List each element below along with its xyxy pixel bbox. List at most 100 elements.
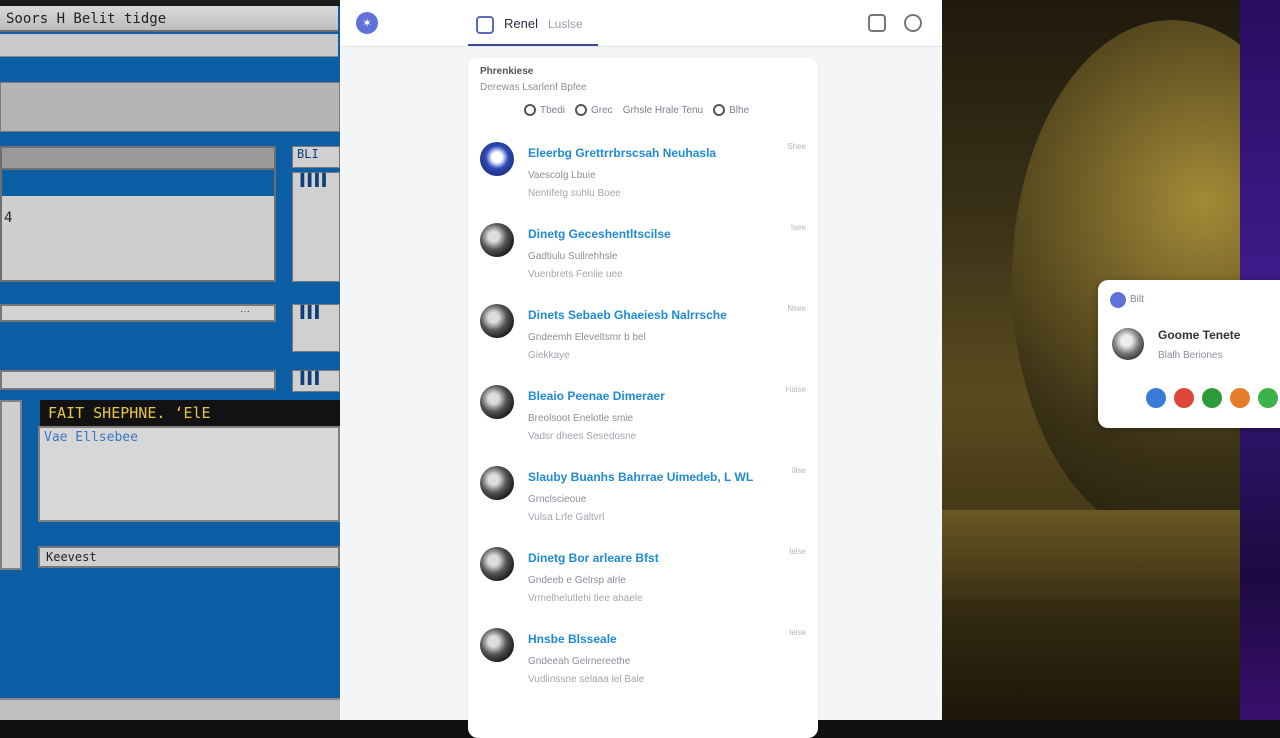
retro-taskbar xyxy=(0,698,340,720)
reaction-icon[interactable] xyxy=(1258,388,1278,408)
item-line1: Vaescolg Lbuie xyxy=(528,170,596,181)
filter-chip[interactable]: Grhsle Hrale Tenu xyxy=(623,105,703,116)
retro-desktop-panel: Soors H Belit tidge 4 BLI ▐▐▐▐ ▐▐▐ ▐▐▐ ·… xyxy=(0,0,340,720)
item-line1: Breolsoot Enelotle smie xyxy=(528,413,634,424)
side-panel-2[interactable]: ▐▐▐ xyxy=(292,304,340,352)
item-time: Halse xyxy=(785,385,806,394)
retro-sub-line: Vae Ellsebee xyxy=(44,430,138,445)
filter-icon xyxy=(713,104,726,116)
avatar[interactable] xyxy=(480,547,514,581)
reaction-icon[interactable] xyxy=(1174,388,1194,408)
retro-window[interactable]: 4 xyxy=(0,146,276,282)
item-line1: Gndeemh Eleveltsmr b bel xyxy=(528,332,646,343)
avatar[interactable] xyxy=(480,466,514,500)
feed-list: Eleerbg Grettrrbrscsah Neuhasla Vaescolg… xyxy=(468,138,818,705)
item-title[interactable]: Dinets Sebaeb Ghaeiesb Nalrrsche xyxy=(528,308,727,322)
popup-app-icon xyxy=(1110,292,1126,308)
popup-label: Bilt xyxy=(1130,294,1144,305)
menu-bar[interactable] xyxy=(0,34,338,57)
side-button-1[interactable]: BLI xyxy=(292,146,340,168)
item-title[interactable]: Eleerbg Grettrrbrscsah Neuhasla xyxy=(528,146,716,160)
list-item[interactable]: Eleerbg Grettrrbrscsah Neuhasla Vaescolg… xyxy=(468,138,818,219)
item-title[interactable]: Hnsbe Blsseale xyxy=(528,632,617,646)
retro-window-text: 4 xyxy=(4,210,13,226)
item-line2: Giekkaye xyxy=(528,350,570,361)
card-subheading: Derewas Lsarlenf Bpfee xyxy=(480,82,587,93)
item-line1: Gndeeb e Gelrsp alrle xyxy=(528,575,626,586)
retro-status-bar xyxy=(0,370,276,390)
popup-description: Blalh Beriones xyxy=(1158,350,1223,361)
app-top-bar: ✶ Renel Luslse xyxy=(340,0,942,47)
retro-left-box xyxy=(0,400,22,570)
filter-label: Tbedi xyxy=(540,104,566,116)
tab-secondary-label: Luslse xyxy=(548,17,583,31)
avatar[interactable] xyxy=(1112,328,1144,360)
item-line2: Vrmelhelutlehi tiee ahaele xyxy=(528,593,643,604)
retro-window-bar xyxy=(2,170,274,196)
toolbar-area xyxy=(0,82,340,132)
item-line2: Vudlinssne selaaa lel Bale xyxy=(528,674,645,685)
item-title[interactable]: Dinetg Geceshentltscilse xyxy=(528,227,671,241)
side-panel-3[interactable]: ▐▐▐ xyxy=(292,370,340,392)
list-item[interactable]: Dinets Sebaeb Ghaeiesb Nalrrsche Gndeemh… xyxy=(468,300,818,381)
side-panel-1[interactable]: ▐▐▐▐ xyxy=(292,172,340,282)
item-line2: Vulsa Lrfe Galtvrl xyxy=(528,512,605,523)
filter-label: Grec xyxy=(591,104,613,116)
item-line2: Vadsr dhees Sesedosne xyxy=(528,431,637,442)
item-title[interactable]: Dinetg Bor arleare Bfst xyxy=(528,551,659,565)
filter-icon xyxy=(575,104,588,116)
home-icon xyxy=(476,16,494,34)
avatar[interactable] xyxy=(480,304,514,338)
avatar[interactable] xyxy=(480,628,514,662)
filter-chip[interactable]: Grec xyxy=(575,104,613,116)
item-time: Isee xyxy=(790,223,806,232)
tab-active[interactable]: Renel Luslse xyxy=(468,8,598,46)
filter-label: Grhsle Hrale Tenu xyxy=(622,104,704,116)
retro-label-field[interactable]: Keevest xyxy=(38,546,340,568)
popup-name[interactable]: Goome Tenete xyxy=(1158,328,1240,342)
avatar[interactable] xyxy=(480,223,514,257)
item-line2: Nentifetg suhlu Boee xyxy=(528,188,621,199)
settings-icon[interactable] xyxy=(904,14,922,32)
reaction-icon[interactable] xyxy=(1146,388,1166,408)
retro-window-title: Soors H Belit tidge xyxy=(0,6,338,32)
reaction-bar xyxy=(1146,388,1278,408)
filter-chip[interactable]: Tbedi xyxy=(524,104,565,116)
app-logo-icon[interactable]: ✶ xyxy=(356,12,378,34)
item-time: Nsee xyxy=(787,304,806,313)
filter-bar: Tbedi Grec Grhsle Hrale Tenu Blhe xyxy=(524,104,749,116)
feed-card: Phrenkiese Derewas Lsarlenf Bpfee Tbedi … xyxy=(468,58,818,738)
item-title[interactable]: Slauby Buanhs Bahrrae Uimedeb, L WL xyxy=(528,470,753,484)
feed-app-panel: ✶ Renel Luslse Phrenkiese Derewas Lsarle… xyxy=(340,0,942,738)
item-line2: Vuenbrets Fenlie uee xyxy=(528,269,623,280)
retro-highlight-line: FAIT SHEPHNE. ‘ElE xyxy=(40,400,340,426)
list-item[interactable]: Dinetg Geceshentltscilse Gadtiulu Sullre… xyxy=(468,219,818,300)
item-line1: Gndeeah Gelrnereethe xyxy=(528,656,631,667)
item-time: Iilse xyxy=(791,466,806,475)
item-time: Ielse xyxy=(789,547,806,556)
item-time: Ielse xyxy=(789,628,806,637)
tab-label: Renel xyxy=(504,16,538,31)
share-icon[interactable] xyxy=(868,14,886,32)
image-panel: Bilt Goome Tenete Blalh Beriones xyxy=(942,0,1280,720)
list-item[interactable]: Slauby Buanhs Bahrrae Uimedeb, L WL Grnc… xyxy=(468,462,818,543)
item-line1: Grnclscieoue xyxy=(528,494,587,505)
list-item[interactable]: Hnsbe Blsseale Gndeeah Gelrnereethe Vudl… xyxy=(468,624,818,705)
filter-chip[interactable]: Blhe xyxy=(713,104,749,116)
avatar[interactable] xyxy=(480,142,514,176)
avatar[interactable] xyxy=(480,385,514,419)
reaction-icon[interactable] xyxy=(1230,388,1250,408)
ground-image xyxy=(942,510,1240,600)
profile-popup[interactable]: Bilt Goome Tenete Blalh Beriones xyxy=(1098,280,1280,428)
retro-scrollbar[interactable]: ··· xyxy=(0,304,276,322)
list-item[interactable]: Dinetg Bor arleare Bfst Gndeeb e Gelrsp … xyxy=(468,543,818,624)
list-item[interactable]: Bleaio Peenae Dimeraer Breolsoot Enelotl… xyxy=(468,381,818,462)
item-time: Shee xyxy=(787,142,806,151)
retro-window-header[interactable] xyxy=(2,148,274,170)
card-heading: Phrenkiese xyxy=(480,66,534,77)
item-title[interactable]: Bleaio Peenae Dimeraer xyxy=(528,389,665,403)
filter-icon xyxy=(524,104,536,116)
reaction-icon[interactable] xyxy=(1202,388,1222,408)
filter-label: Blhe xyxy=(729,104,750,116)
item-line1: Gadtiulu Sullrehhsle xyxy=(528,251,618,262)
